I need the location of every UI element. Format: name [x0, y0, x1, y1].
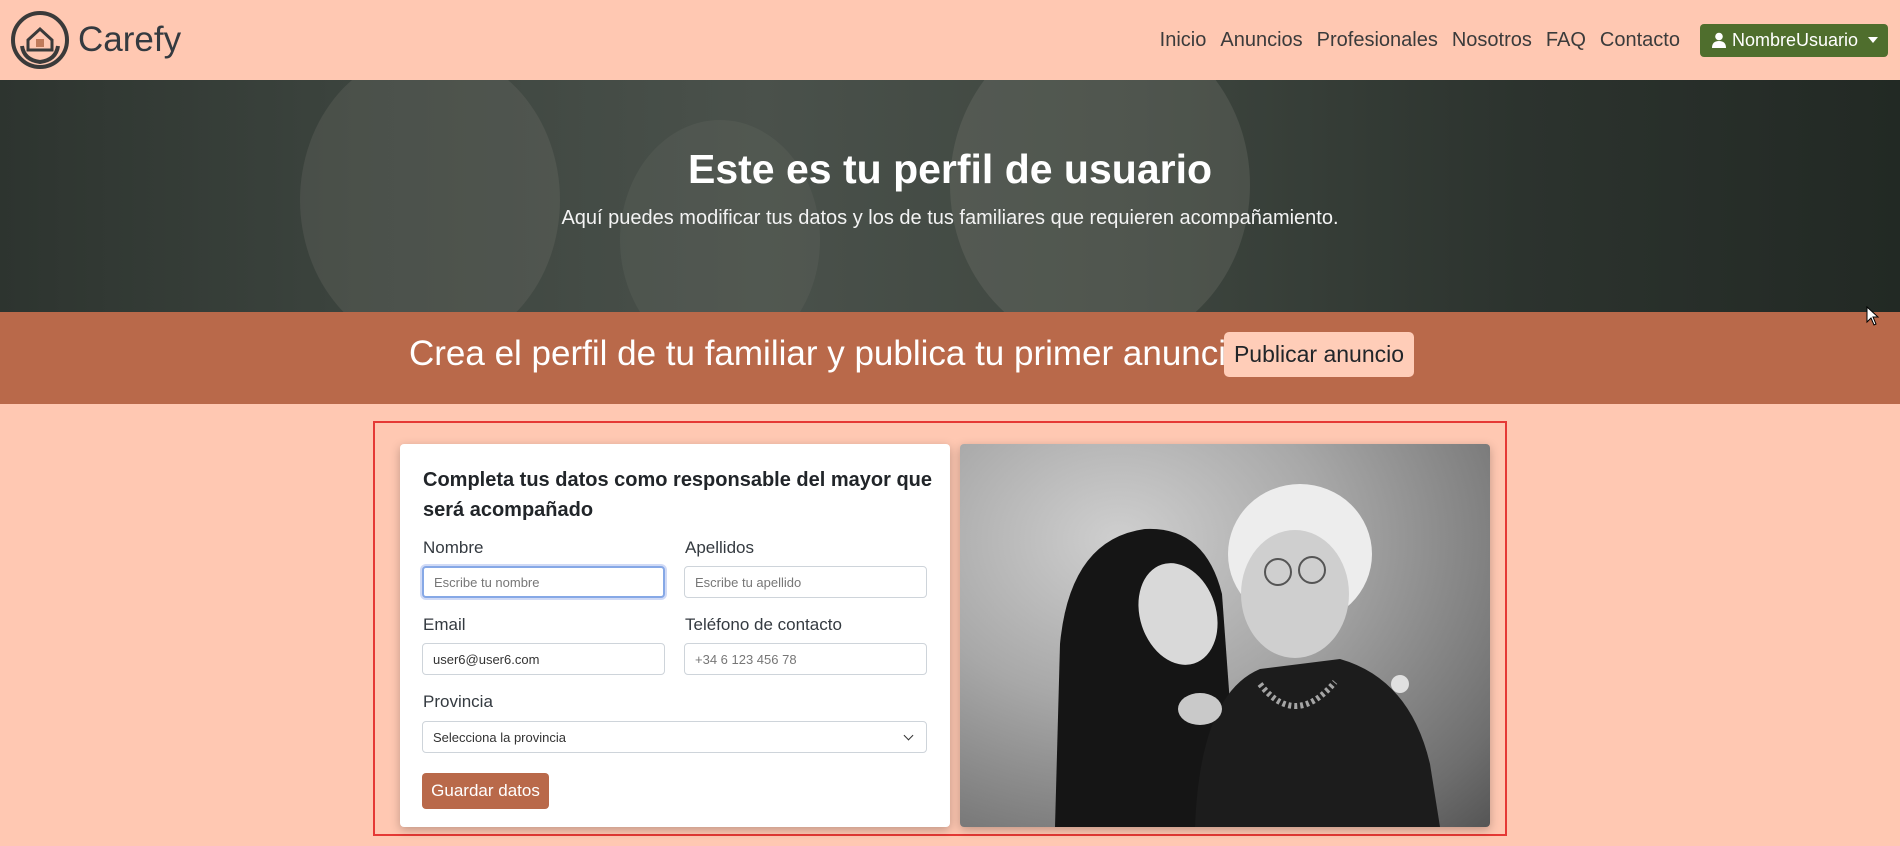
- nombre-label: Nombre: [423, 538, 484, 557]
- form-title: Completa tus datos como responsable del …: [423, 469, 933, 521]
- publish-ad-button[interactable]: Publicar anuncio: [1224, 332, 1414, 377]
- provincia-selected-value: Selecciona la provincia: [433, 729, 566, 745]
- nav-inicio[interactable]: Inicio: [1160, 29, 1207, 52]
- page-title: Este es tu perfil de usuario: [687, 146, 1213, 192]
- hero-background-shape: [950, 80, 1250, 312]
- hero-background-shape: [300, 80, 560, 312]
- user-icon: [1711, 32, 1726, 48]
- nav-nosotros[interactable]: Nosotros: [1452, 29, 1532, 52]
- apellidos-label: Apellidos: [685, 538, 754, 557]
- user-name: NombreUsuario: [1731, 29, 1858, 50]
- nav-links: Inicio Anuncios Profesionales Nosotros F…: [1160, 0, 1900, 80]
- provincia-label: Provincia: [423, 692, 493, 711]
- cta-band: Crea el perfil de tu familiar y publica …: [0, 312, 1900, 404]
- telefono-input[interactable]: [684, 643, 927, 675]
- chevron-down-icon: [903, 730, 914, 741]
- email-input[interactable]: [422, 643, 665, 675]
- cta-text: Crea el perfil de tu familiar y publica …: [409, 334, 1246, 373]
- hero-banner: Este es tu perfil de usuario Aquí puedes…: [0, 80, 1900, 312]
- email-label: Email: [423, 615, 466, 634]
- carefy-logo-icon: [11, 11, 69, 69]
- nav-profesionales[interactable]: Profesionales: [1317, 29, 1438, 52]
- apellidos-input[interactable]: [684, 566, 927, 598]
- navbar: Carefy Inicio Anuncios Profesionales Nos…: [0, 0, 1900, 80]
- user-menu-button[interactable]: NombreUsuario: [1699, 23, 1888, 57]
- telefono-label: Teléfono de contacto: [685, 615, 842, 634]
- page-subtitle: Aquí puedes modificar tus datos y los de…: [561, 207, 1339, 229]
- save-button[interactable]: Guardar datos: [422, 773, 549, 809]
- profile-form-card: Completa tus datos como responsable del …: [400, 444, 950, 827]
- mouse-cursor-icon: [1866, 306, 1880, 326]
- nav-anuncios[interactable]: Anuncios: [1220, 29, 1302, 52]
- nav-faq[interactable]: FAQ: [1546, 29, 1586, 52]
- nombre-input[interactable]: [422, 566, 665, 598]
- brand[interactable]: Carefy: [10, 10, 181, 70]
- family-photo: [960, 444, 1490, 827]
- provincia-select[interactable]: Selecciona la provincia: [422, 721, 927, 753]
- photo-illustration: [1055, 484, 1440, 827]
- nav-contacto[interactable]: Contacto: [1600, 29, 1680, 52]
- brand-name: Carefy: [78, 20, 182, 59]
- caret-down-icon: [1868, 37, 1878, 43]
